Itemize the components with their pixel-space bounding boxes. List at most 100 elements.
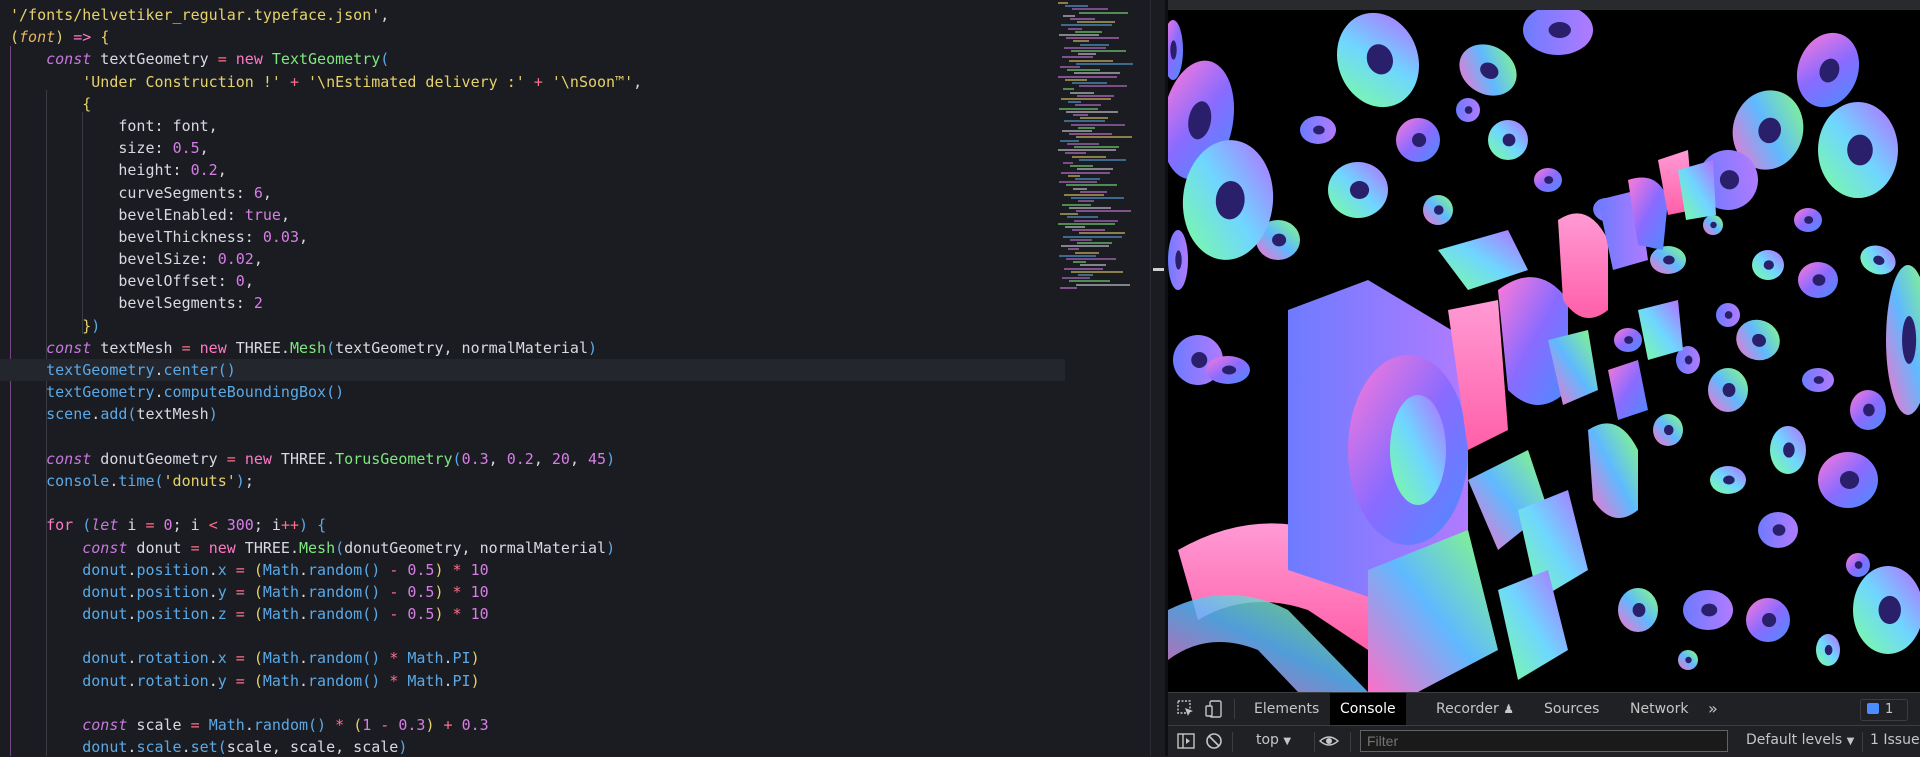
code-line[interactable]: bevelThickness: 0.03, <box>10 226 1055 248</box>
minimap-line <box>1063 162 1073 164</box>
minimap-line <box>1067 216 1098 219</box>
scrollbar-thumb[interactable] <box>1153 268 1164 271</box>
code-line[interactable]: for (let i = 0; i < 300; i++) { <box>10 514 1055 536</box>
dropdown-arrow-icon: ▼ <box>1283 736 1292 747</box>
minimap-line <box>1066 37 1119 40</box>
code-line[interactable]: bevelEnabled: true, <box>10 204 1055 226</box>
minimap-line <box>1062 203 1091 206</box>
code-line[interactable]: textGeometry.center() <box>0 359 1065 382</box>
minimap-line <box>1077 94 1114 97</box>
minimap[interactable] <box>1050 0 1160 300</box>
code-token: { <box>100 28 110 47</box>
tab-elements[interactable]: Elements <box>1244 693 1329 725</box>
console-filter-input[interactable] <box>1360 730 1728 752</box>
code-token: Math <box>407 671 444 690</box>
code-line[interactable]: donut.rotation.y = (Math.random() * Math… <box>10 670 1055 692</box>
donut-mesh <box>1816 634 1840 666</box>
code-token: . <box>208 605 218 624</box>
minimap-line <box>1060 139 1079 142</box>
code-line[interactable]: textGeometry.computeBoundingBox() <box>10 381 1055 403</box>
tab-network[interactable]: Network <box>1620 693 1698 725</box>
code-line[interactable]: donut.position.y = (Math.random() - 0.5)… <box>10 581 1055 603</box>
minimap-line <box>1073 187 1087 190</box>
message-icon <box>1867 703 1879 714</box>
clear-console-icon[interactable] <box>1204 731 1224 751</box>
code-line[interactable]: '/fonts/helvetiker_regular.typeface.json… <box>10 4 1055 26</box>
browser-toolbar-edge <box>1168 0 1920 10</box>
minimap-line <box>1064 46 1106 49</box>
issues-link[interactable]: 1 Issue <box>1870 732 1920 748</box>
code-token: ( <box>253 582 263 601</box>
device-toolbar-icon[interactable] <box>1204 699 1224 719</box>
minimap-line <box>1065 152 1086 155</box>
minimap-line <box>1075 104 1101 107</box>
code-line[interactable]: const donut = new THREE.Mesh(donutGeomet… <box>10 537 1055 559</box>
donut-mesh <box>1459 44 1517 96</box>
code-line[interactable]: size: 0.5, <box>10 137 1055 159</box>
sidebar-toggle-icon[interactable] <box>1176 731 1196 751</box>
code-line[interactable]: donut.rotation.x = (Math.random() * Math… <box>10 647 1055 669</box>
minimap-line <box>1072 229 1105 232</box>
code-token: y <box>217 671 227 690</box>
issues-counter-button[interactable]: 1 <box>1860 699 1908 721</box>
code-token: donut <box>82 605 128 624</box>
code-line[interactable]: }) <box>10 315 1055 337</box>
code-token: 0.02 <box>217 250 254 269</box>
code-line[interactable] <box>10 625 1055 647</box>
code-line[interactable]: 'Under Construction !' + '\nEstimated de… <box>10 71 1055 93</box>
code-line[interactable]: const scale = Math.random() * (1 - 0.3) … <box>10 714 1055 736</box>
inspect-element-icon[interactable] <box>1176 699 1196 719</box>
more-tabs-chevron-icon[interactable]: » <box>1698 693 1728 725</box>
code-line[interactable]: bevelSegments: 2 <box>10 292 1055 314</box>
code-token: = <box>181 338 191 357</box>
tab-sources[interactable]: Sources <box>1534 693 1609 725</box>
minimap-line <box>1078 126 1095 129</box>
code-line[interactable]: bevelOffset: 0, <box>10 270 1055 292</box>
code-token: add <box>100 405 128 424</box>
code-line[interactable] <box>10 692 1055 714</box>
webgl-canvas[interactable] <box>1168 10 1920 692</box>
log-levels-dropdown[interactable]: Default levels ▼ <box>1746 732 1854 748</box>
editor-scrollbar[interactable] <box>1150 0 1165 756</box>
code-line[interactable]: bevelSize: 0.02, <box>10 248 1055 270</box>
code-token: = <box>235 649 245 668</box>
code-line[interactable]: const donutGeometry = new THREE.TorusGeo… <box>10 448 1055 470</box>
code-line[interactable]: { <box>10 93 1055 115</box>
code-editor[interactable]: '/fonts/helvetiker_regular.typeface.json… <box>0 0 1165 756</box>
code-line[interactable]: (font) => { <box>10 26 1055 48</box>
code-line[interactable]: scene.add(textMesh) <box>10 403 1055 425</box>
code-line[interactable] <box>10 426 1055 448</box>
minimap-line <box>1078 274 1093 276</box>
code-line[interactable]: donut.position.x = (Math.random() - 0.5)… <box>10 559 1055 581</box>
code-line[interactable]: donut.scale.set(scale, scale, scale) <box>10 736 1055 756</box>
code-token: THREE. <box>226 338 290 357</box>
context-selector[interactable]: top ▼ <box>1256 732 1291 748</box>
code-line[interactable]: font: font, <box>10 115 1055 137</box>
code-line[interactable]: const textGeometry = new TextGeometry( <box>10 48 1055 70</box>
tab-recorder[interactable]: Recorder ♟ <box>1426 693 1524 725</box>
code-line[interactable]: console.time('donuts'); <box>10 470 1055 492</box>
minimap-line <box>1070 18 1095 20</box>
code-line[interactable]: height: 0.2, <box>10 159 1055 181</box>
code-line[interactable] <box>10 492 1055 514</box>
code-line[interactable]: const textMesh = new THREE.Mesh(textGeom… <box>10 337 1055 359</box>
code-token: * <box>452 560 462 579</box>
code-line[interactable]: curveSegments: 6, <box>10 182 1055 204</box>
eye-icon[interactable] <box>1318 731 1340 751</box>
code-token: * <box>452 582 462 601</box>
code-token: 6 <box>253 183 263 202</box>
code-token: () <box>362 560 381 579</box>
code-lines[interactable]: '/fonts/helvetiker_regular.typeface.json… <box>0 4 1065 756</box>
minimap-line <box>1077 21 1115 24</box>
minimap-line <box>1066 184 1117 187</box>
code-line[interactable]: donut.position.z = (Math.random() - 0.5)… <box>10 603 1055 625</box>
tab-console[interactable]: Console <box>1330 693 1406 725</box>
